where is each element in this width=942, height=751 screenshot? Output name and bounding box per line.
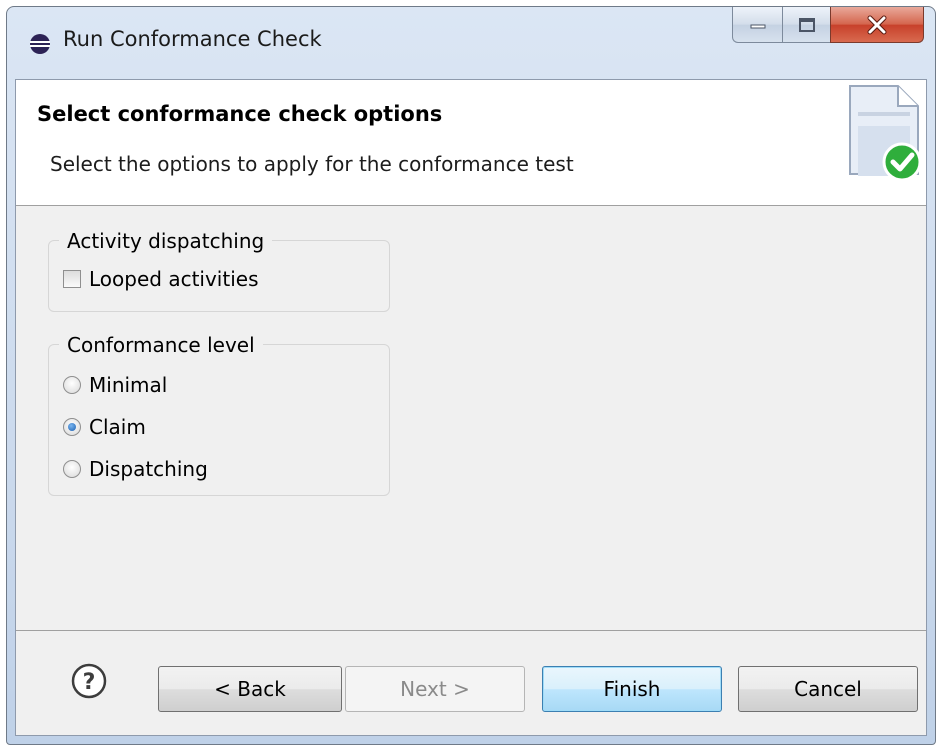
close-icon	[867, 15, 887, 34]
radio-dispatching[interactable]: Dispatching	[63, 457, 208, 481]
svg-text:?: ?	[83, 670, 96, 695]
dialog-content: Select conformance check options Select …	[15, 79, 927, 736]
radio-circle[interactable]	[63, 376, 81, 394]
window-title: Run Conformance Check	[63, 27, 322, 51]
minimize-icon	[750, 24, 765, 28]
radio-label: Dispatching	[89, 457, 208, 481]
footer-separator	[16, 630, 926, 631]
next-button[interactable]: Next >	[345, 666, 525, 712]
checkbox-label: Looped activities	[89, 267, 259, 291]
group-activity-dispatching: Activity dispatching Looped activities	[48, 229, 390, 312]
finish-button[interactable]: Finish	[542, 666, 722, 712]
cancel-button[interactable]: Cancel	[738, 666, 918, 712]
close-button[interactable]	[830, 7, 924, 43]
back-button[interactable]: < Back	[158, 666, 342, 712]
radio-label: Minimal	[89, 373, 168, 397]
radio-label: Claim	[89, 415, 146, 439]
wizard-banner: Select conformance check options Select …	[16, 80, 926, 206]
radio-circle[interactable]	[63, 460, 81, 478]
dialog-window: Run Conformance Check Select conformance…	[6, 6, 936, 745]
help-icon[interactable]: ?	[70, 662, 108, 700]
looped-activities-checkbox[interactable]: Looped activities	[63, 267, 258, 291]
group-legend-conformance-level: Conformance level	[59, 333, 263, 357]
eclipse-icon	[30, 34, 50, 54]
radio-claim[interactable]: Claim	[63, 415, 146, 439]
radio-minimal[interactable]: Minimal	[63, 373, 167, 397]
minimize-button[interactable]	[732, 7, 782, 43]
page-description: Select the options to apply for the conf…	[50, 152, 574, 176]
group-conformance-level: Conformance level Minimal Claim Dispatch…	[48, 333, 390, 496]
checkbox-box[interactable]	[63, 270, 81, 288]
page-title: Select conformance check options	[37, 102, 443, 126]
maximize-button[interactable]	[782, 7, 830, 43]
radio-circle-selected[interactable]	[63, 418, 81, 436]
group-legend-activity-dispatching: Activity dispatching	[59, 229, 273, 253]
maximize-icon	[798, 17, 815, 32]
title-bar[interactable]: Run Conformance Check	[7, 7, 935, 79]
document-check-icon	[849, 85, 922, 182]
